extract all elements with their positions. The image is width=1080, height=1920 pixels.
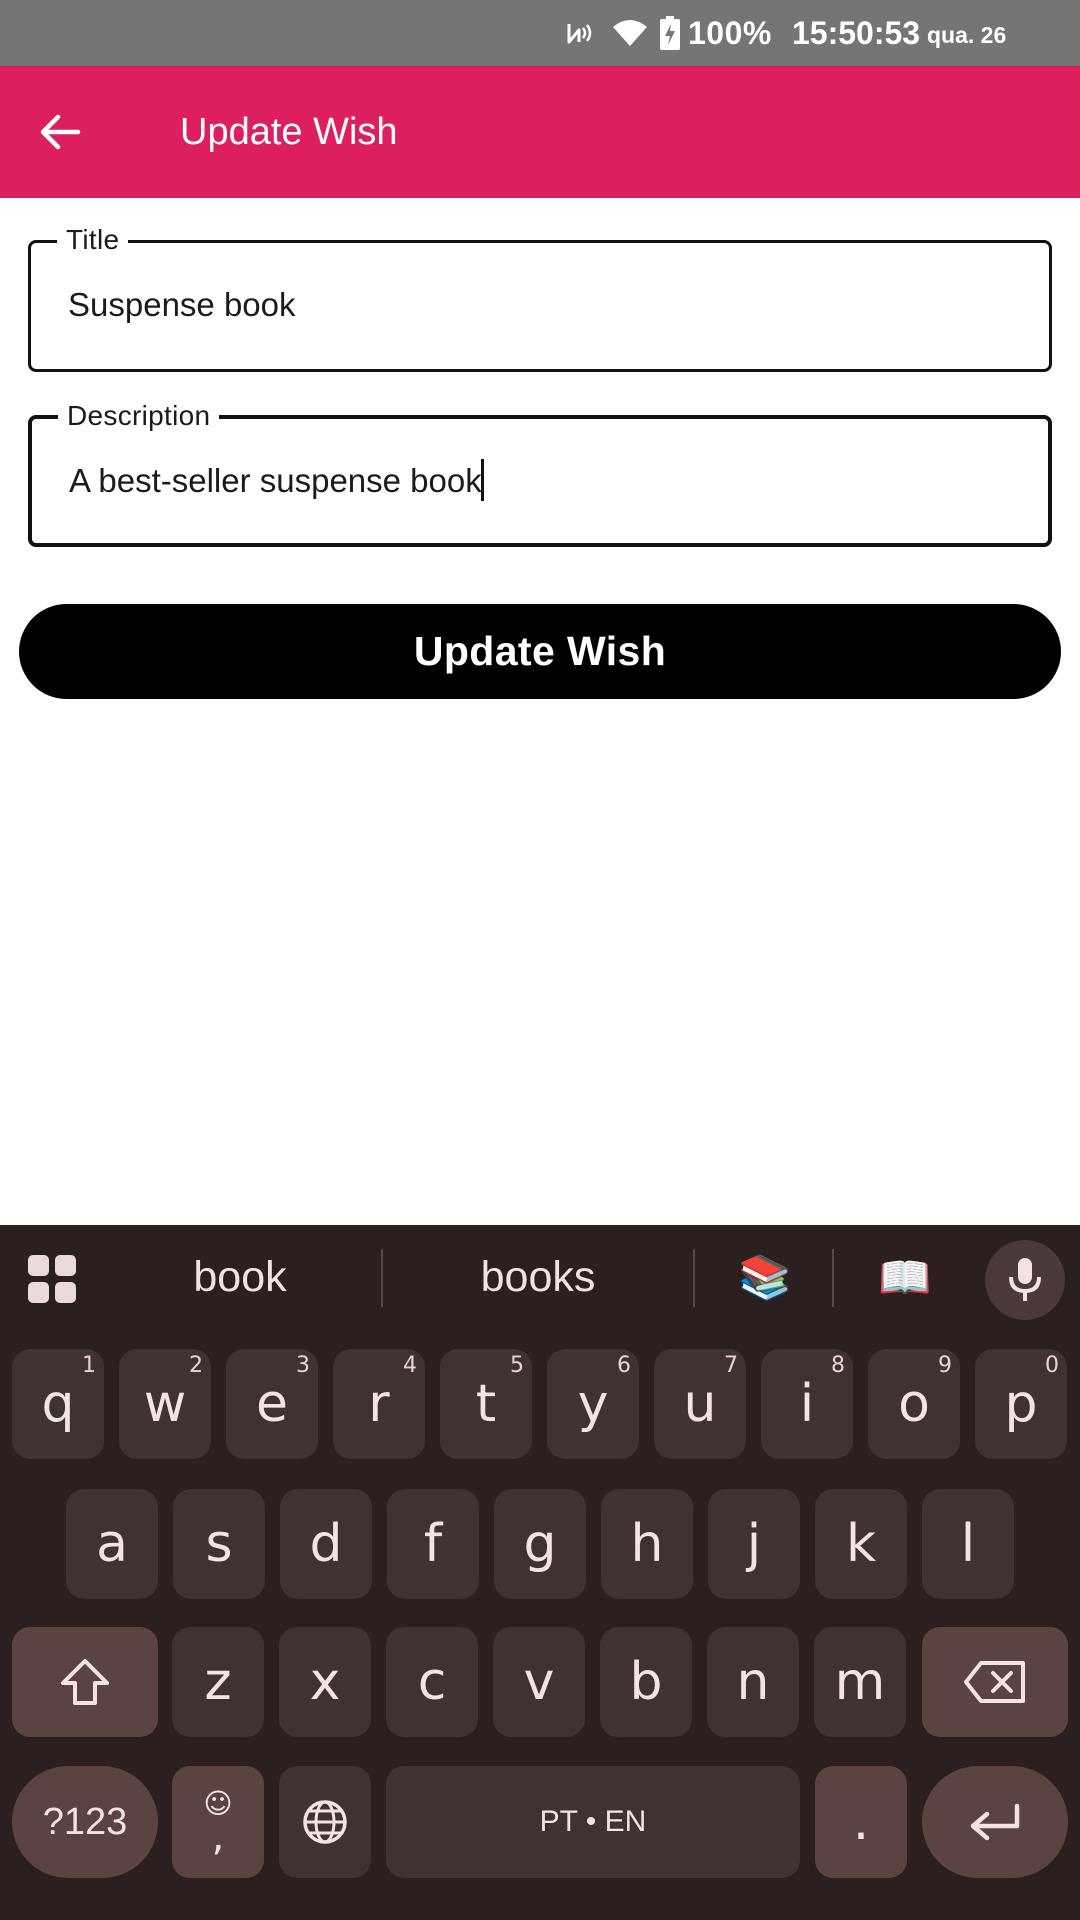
arrow-back-icon — [40, 114, 81, 150]
key-number-hint: 9 — [938, 1353, 952, 1378]
key-number-hint: 6 — [617, 1353, 631, 1378]
key-number-hint: 3 — [296, 1353, 310, 1378]
comma-label: , — [211, 1814, 225, 1860]
battery-charging-icon — [660, 0, 682, 66]
back-button[interactable] — [28, 100, 92, 164]
key-j[interactable]: j — [708, 1489, 800, 1599]
suggestion-divider — [381, 1249, 383, 1307]
enter-icon — [970, 1803, 1020, 1841]
status-bar: 100% 15:50:53 qua. 26 — [0, 0, 1080, 66]
key-number-hint: 4 — [403, 1353, 417, 1378]
shift-key[interactable] — [12, 1627, 158, 1737]
key-a[interactable]: a — [66, 1489, 158, 1599]
key-label: p — [1004, 1374, 1038, 1434]
key-q[interactable]: q1 — [12, 1349, 104, 1459]
key-number-hint: 8 — [831, 1353, 845, 1378]
key-b[interactable]: b — [600, 1627, 692, 1737]
key-label: u — [683, 1374, 717, 1434]
suggestion-divider — [693, 1249, 695, 1307]
suggestion-emoji-books[interactable]: 📚 — [700, 1225, 830, 1330]
suggestion-item[interactable]: books — [388, 1225, 688, 1330]
app-bar: Update Wish — [0, 66, 1080, 198]
key-n[interactable]: n — [707, 1627, 799, 1737]
suggestion-bar: book books 📚 📖 — [0, 1225, 1080, 1330]
key-label: w — [143, 1374, 187, 1434]
description-field-value[interactable]: A best-seller suspense book — [69, 462, 482, 499]
key-number-hint: 7 — [724, 1353, 738, 1378]
title-field-label: Title — [57, 223, 129, 257]
title-field[interactable]: Title Suspense book — [28, 223, 1052, 372]
backspace-icon — [964, 1661, 1025, 1703]
globe-icon — [303, 1800, 347, 1844]
page-title: Update Wish — [180, 111, 398, 153]
key-label: q — [41, 1374, 75, 1434]
text-cursor — [480, 459, 484, 502]
key-label: t — [475, 1374, 497, 1434]
key-label: y — [577, 1374, 609, 1434]
key-t[interactable]: t5 — [440, 1349, 532, 1459]
key-e[interactable]: e3 — [226, 1349, 318, 1459]
key-number-hint: 1 — [82, 1353, 96, 1378]
key-number-hint: 2 — [189, 1353, 203, 1378]
key-v[interactable]: v — [493, 1627, 585, 1737]
title-field-value[interactable]: Suspense book — [68, 283, 296, 327]
key-s[interactable]: s — [173, 1489, 265, 1599]
symbols-key[interactable]: ?123 — [12, 1766, 158, 1878]
key-h[interactable]: h — [601, 1489, 693, 1599]
clock-date: qua. 26 — [927, 21, 1007, 48]
key-y[interactable]: y6 — [547, 1349, 639, 1459]
nfc-icon — [566, 0, 600, 66]
key-f[interactable]: f — [387, 1489, 479, 1599]
key-w[interactable]: w2 — [119, 1349, 211, 1459]
key-number-hint: 5 — [510, 1353, 524, 1378]
key-label: r — [368, 1374, 390, 1434]
key-label: i — [799, 1374, 815, 1434]
microphone-icon — [1009, 1258, 1041, 1301]
key-i[interactable]: i8 — [761, 1349, 853, 1459]
enter-key[interactable] — [922, 1766, 1068, 1878]
description-field[interactable]: Description A best-seller suspense book — [28, 399, 1052, 547]
key-u[interactable]: u7 — [654, 1349, 746, 1459]
language-key[interactable] — [279, 1766, 371, 1878]
suggestion-divider — [832, 1249, 834, 1307]
key-r[interactable]: r4 — [333, 1349, 425, 1459]
clock-time: 15:50:53 — [792, 14, 921, 51]
update-wish-button[interactable]: Update Wish — [19, 604, 1061, 699]
backspace-key[interactable] — [922, 1627, 1068, 1737]
key-number-hint: 0 — [1045, 1353, 1059, 1378]
key-k[interactable]: k — [815, 1489, 907, 1599]
key-g[interactable]: g — [494, 1489, 586, 1599]
key-m[interactable]: m — [814, 1627, 906, 1737]
microphone-button[interactable] — [985, 1240, 1065, 1320]
key-p[interactable]: p0 — [975, 1349, 1067, 1459]
space-key[interactable]: PT • EN — [386, 1766, 800, 1878]
key-l[interactable]: l — [922, 1489, 1014, 1599]
key-d[interactable]: d — [280, 1489, 372, 1599]
apps-grid-icon[interactable] — [28, 1255, 78, 1305]
keyboard: book books 📚 📖 q1w2e3r4t5y6u7i8o9p0 asdf… — [0, 1225, 1080, 1920]
key-label: e — [256, 1374, 288, 1434]
comma-key[interactable]: ☺ , — [172, 1766, 264, 1878]
wifi-icon — [612, 0, 648, 66]
description-field-label: Description — [58, 399, 220, 433]
key-label: o — [898, 1374, 930, 1434]
description-field-value-wrap[interactable]: A best-seller suspense book — [69, 459, 484, 503]
key-z[interactable]: z — [172, 1627, 264, 1737]
period-key[interactable]: . — [815, 1766, 907, 1878]
suggestion-item[interactable]: book — [100, 1225, 380, 1330]
key-c[interactable]: c — [386, 1627, 478, 1737]
suggestion-emoji-open-book[interactable]: 📖 — [840, 1225, 970, 1330]
key-o[interactable]: o9 — [868, 1349, 960, 1459]
key-x[interactable]: x — [279, 1627, 371, 1737]
shift-icon — [61, 1659, 109, 1705]
battery-percentage: 100% — [688, 14, 772, 51]
